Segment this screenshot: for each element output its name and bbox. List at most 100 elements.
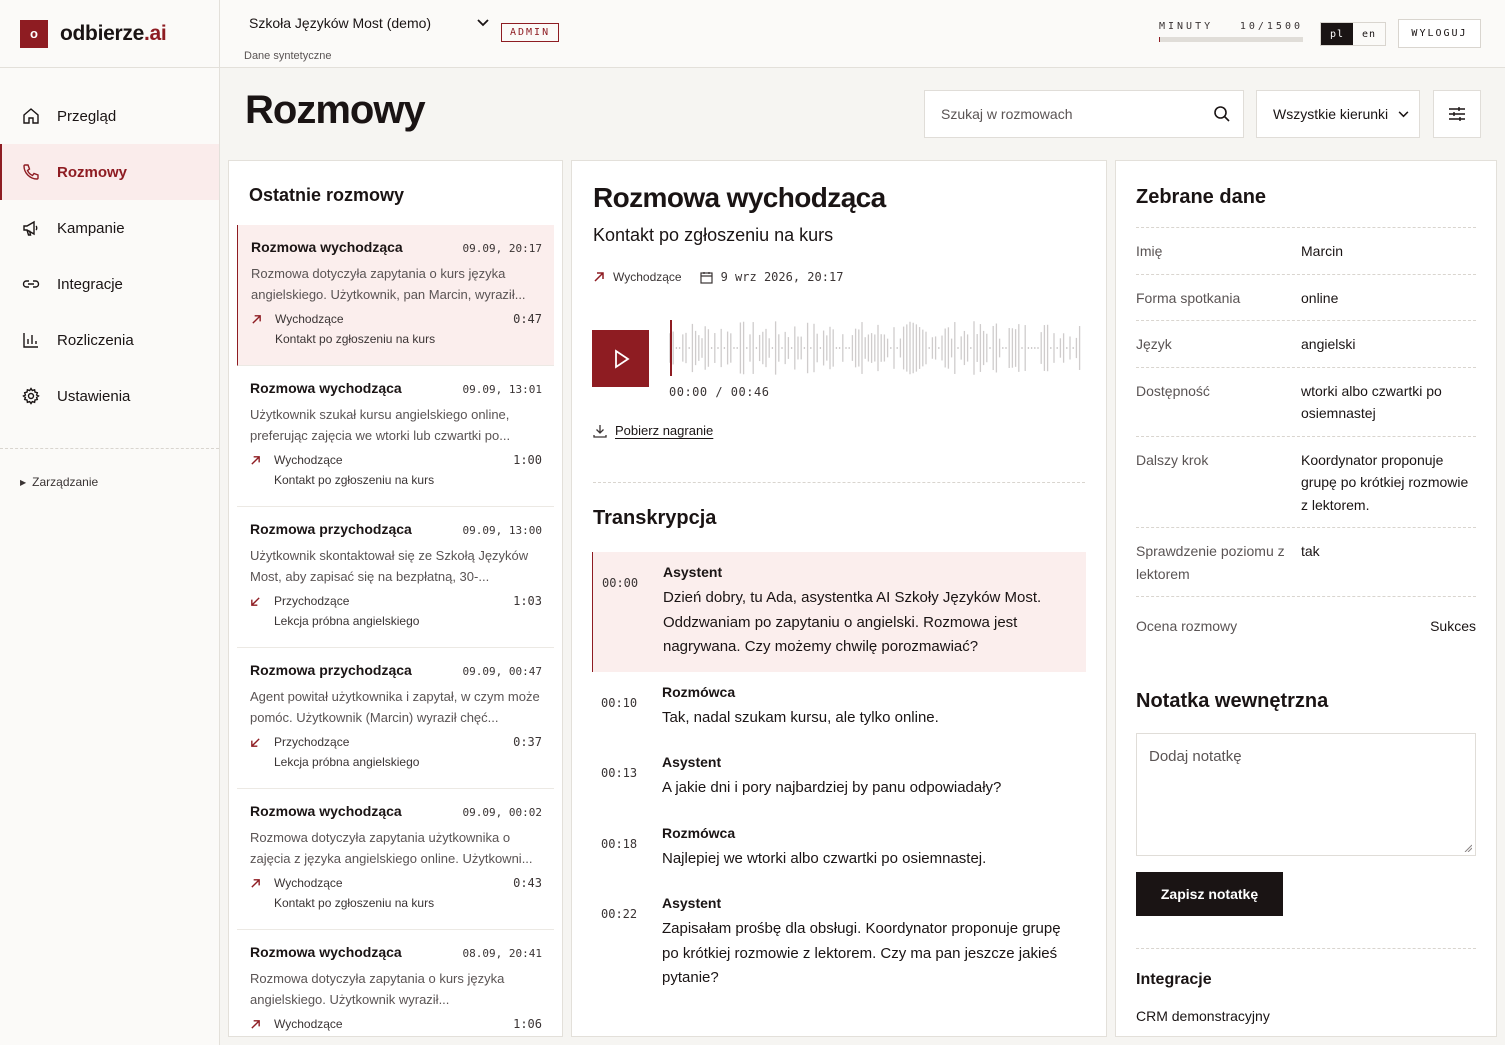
conversation-detail-panel: Rozmowa wychodząca Kontakt po zgłoszeniu… xyxy=(571,160,1107,1037)
conversation-time: 09.09, 00:02 xyxy=(462,806,542,819)
conversation-campaign: Lekcja próbna angielskiego xyxy=(274,755,420,769)
bar-chart-icon xyxy=(22,331,40,349)
sidebar-item-label: Ustawienia xyxy=(57,387,131,405)
gear-icon xyxy=(22,387,40,405)
turn-text: Zapisałam prośbę dla obsługi. Koordynato… xyxy=(662,920,1061,986)
topbar: Szkoła Języków Most (demo) Dane syntetyc… xyxy=(220,0,1505,68)
arrow-up-right-icon xyxy=(594,272,604,282)
transcript-turn[interactable]: 00:22 Asystent Zapisałam prośbę dla obsług… xyxy=(592,883,1086,1003)
conversation-summary: Rozmowa dotyczyła zapytania o kurs język… xyxy=(250,971,505,1007)
language-switch: pl en xyxy=(1320,22,1386,46)
conversation-item[interactable]: Rozmowa przychodząca 09.09, 00:47 Agent po… xyxy=(237,648,554,789)
note-title: Notatka wewnętrzna xyxy=(1136,690,1329,712)
conversation-title: Rozmowa przychodząca xyxy=(250,662,412,678)
lang-pl[interactable]: pl xyxy=(1321,23,1353,45)
sidebar-item-label: Przegląd xyxy=(57,107,117,125)
field-label: Dostępność xyxy=(1136,382,1210,399)
download-recording-link[interactable]: Pobierz nagranie xyxy=(593,423,713,438)
school-select[interactable]: Szkoła Języków Most (demo) xyxy=(249,15,489,31)
conversation-title: Rozmowa przychodząca xyxy=(250,521,412,537)
lang-en[interactable]: en xyxy=(1353,23,1385,45)
arrow-down-left-icon xyxy=(250,737,264,748)
minutes-value: 10/1500 xyxy=(1239,21,1303,32)
field-value: online xyxy=(1301,289,1339,306)
resize-handle-icon[interactable] xyxy=(1464,844,1472,852)
conversation-duration: 1:03 xyxy=(513,594,542,608)
sidebar-item-przeglad[interactable]: Przegląd xyxy=(0,88,219,144)
conversation-item[interactable]: Rozmowa wychodząca 08.09, 20:41 Rozmowa do… xyxy=(237,930,554,1036)
transcript-turn[interactable]: 00:00 Asystent Dzień dobry, tu Ada, asyste… xyxy=(592,552,1086,672)
conversation-item[interactable]: Rozmowa wychodząca 09.09, 13:01 Użytkownik… xyxy=(237,366,554,507)
arrow-up-right-icon xyxy=(251,314,265,325)
sidebar-item-label: Rozliczenia xyxy=(57,331,134,349)
integration-item[interactable]: CRM demonstracyjny xyxy=(1136,1008,1270,1024)
turn-timestamp[interactable]: 00:13 xyxy=(592,754,662,801)
filter-button[interactable] xyxy=(1433,90,1481,138)
chevron-down-icon xyxy=(1398,110,1409,117)
conversation-item[interactable]: Rozmowa wychodząca 09.09, 20:17 Rozmowa do… xyxy=(237,225,554,366)
conversation-direction: Wychodzące xyxy=(274,876,343,890)
chevron-down-icon xyxy=(477,19,489,27)
manage-label: Zarządzanie xyxy=(32,475,99,489)
collected-data-panel: Zebrane dane Imię Marcin Forma spotkania on… xyxy=(1115,160,1497,1037)
score-field: Ocena rozmowy Sukces xyxy=(1136,597,1476,649)
note-textarea[interactable]: Dodaj notatkę xyxy=(1136,733,1476,856)
data-field: Sprawdzenie poziomu z lektorem tak xyxy=(1136,528,1476,597)
integrations-title: Integracje xyxy=(1136,971,1212,988)
manage-toggle[interactable]: ▶ Zarządzanie xyxy=(0,449,219,489)
collected-fields: Imię Marcin Forma spotkania online Język angi… xyxy=(1136,227,1476,649)
logo[interactable]: o odbierze.ai xyxy=(0,0,219,68)
turn-timestamp[interactable]: 00:18 xyxy=(592,825,662,872)
detail-date: 9 wrz 2026, 20:17 xyxy=(720,270,844,284)
arrow-down-left-icon xyxy=(250,596,264,607)
conversation-direction: Wychodzące xyxy=(274,1017,343,1031)
save-note-button[interactable]: Zapisz notatkę xyxy=(1136,872,1283,916)
minutes-progress xyxy=(1159,37,1303,42)
direction-select[interactable]: Wszystkie kierunki xyxy=(1256,90,1420,138)
sidebar-item-ustawienia[interactable]: Ustawienia xyxy=(0,368,219,424)
turn-timestamp[interactable]: 00:10 xyxy=(592,684,662,731)
note-placeholder: Dodaj notatkę xyxy=(1149,748,1242,765)
transcript-turn[interactable]: 00:18 Rozmówca Najlepiej we wtorki albo cz… xyxy=(592,813,1086,884)
conversation-duration: 0:37 xyxy=(513,735,542,749)
sliders-icon xyxy=(1449,107,1465,121)
audio-timecode: 00:00 / 00:46 xyxy=(669,385,770,399)
logo-mark: o xyxy=(20,19,48,48)
sidebar: o odbierze.ai Przegląd Rozmowy Kampanie … xyxy=(0,0,220,1045)
search-input[interactable]: Szukaj w rozmowach xyxy=(924,90,1244,138)
conversation-title: Rozmowa wychodząca xyxy=(250,944,402,960)
conversation-summary: Użytkownik szukał kursu angielskiego onl… xyxy=(250,407,511,443)
sidebar-item-kampanie[interactable]: Kampanie xyxy=(0,200,219,256)
turn-timestamp[interactable]: 00:00 xyxy=(593,564,663,660)
collected-data-title: Zebrane dane xyxy=(1136,186,1267,208)
conversation-item[interactable]: Rozmowa wychodząca 09.09, 00:02 Rozmowa do… xyxy=(237,789,554,930)
audio-waveform[interactable] xyxy=(668,318,1084,378)
transcript-turn[interactable]: 00:10 Rozmówca Tak, nadal szukam kursu, al… xyxy=(592,672,1086,743)
sidebar-item-rozmowy[interactable]: Rozmowy xyxy=(0,144,219,200)
conversation-item[interactable]: Rozmowa przychodząca 09.09, 13:00 Użytkown… xyxy=(237,507,554,648)
divider xyxy=(593,482,1085,483)
transcript-title: Transkrypcja xyxy=(593,507,717,529)
conversation-summary: Użytkownik skontaktował się ze Szkołą Ję… xyxy=(250,548,529,584)
play-button[interactable] xyxy=(592,330,649,387)
transcript-turn[interactable]: 00:13 Asystent A jakie dni i pory najbardz… xyxy=(592,742,1086,813)
conversation-summary: Agent powitał użytkownika i zapytał, w c… xyxy=(250,689,540,725)
field-label: Forma spotkania xyxy=(1136,289,1241,306)
conversation-time: 09.09, 13:01 xyxy=(462,383,542,396)
conversation-duration: 1:00 xyxy=(513,453,542,467)
conversation-campaign: Kontakt po zgłoszeniu na kurs xyxy=(275,332,436,346)
logout-button[interactable]: WYLOGUJ xyxy=(1398,19,1481,48)
school-name: Szkoła Języków Most (demo) xyxy=(249,15,432,31)
conversation-list-panel: Ostatnie rozmowy Rozmowa wychodząca 09.09… xyxy=(228,160,563,1037)
conversation-duration: 0:43 xyxy=(513,876,542,890)
conversation-direction: Przychodzące xyxy=(274,594,350,608)
turn-timestamp[interactable]: 00:22 xyxy=(592,895,662,991)
conversation-campaign: Lekcja próbna angielskiego xyxy=(274,614,420,628)
data-field: Dalszy krok Koordynator proponuje grupę p… xyxy=(1136,437,1476,528)
detail-direction: Wychodzące xyxy=(613,270,682,284)
data-field: Imię Marcin xyxy=(1136,228,1476,275)
sidebar-item-rozliczenia[interactable]: Rozliczenia xyxy=(0,312,219,368)
sidebar-item-integracje[interactable]: Integracje xyxy=(0,256,219,312)
data-field: Język angielski xyxy=(1136,321,1476,368)
field-value: wtorki albo czwartki po osiemnastej xyxy=(1301,382,1442,422)
